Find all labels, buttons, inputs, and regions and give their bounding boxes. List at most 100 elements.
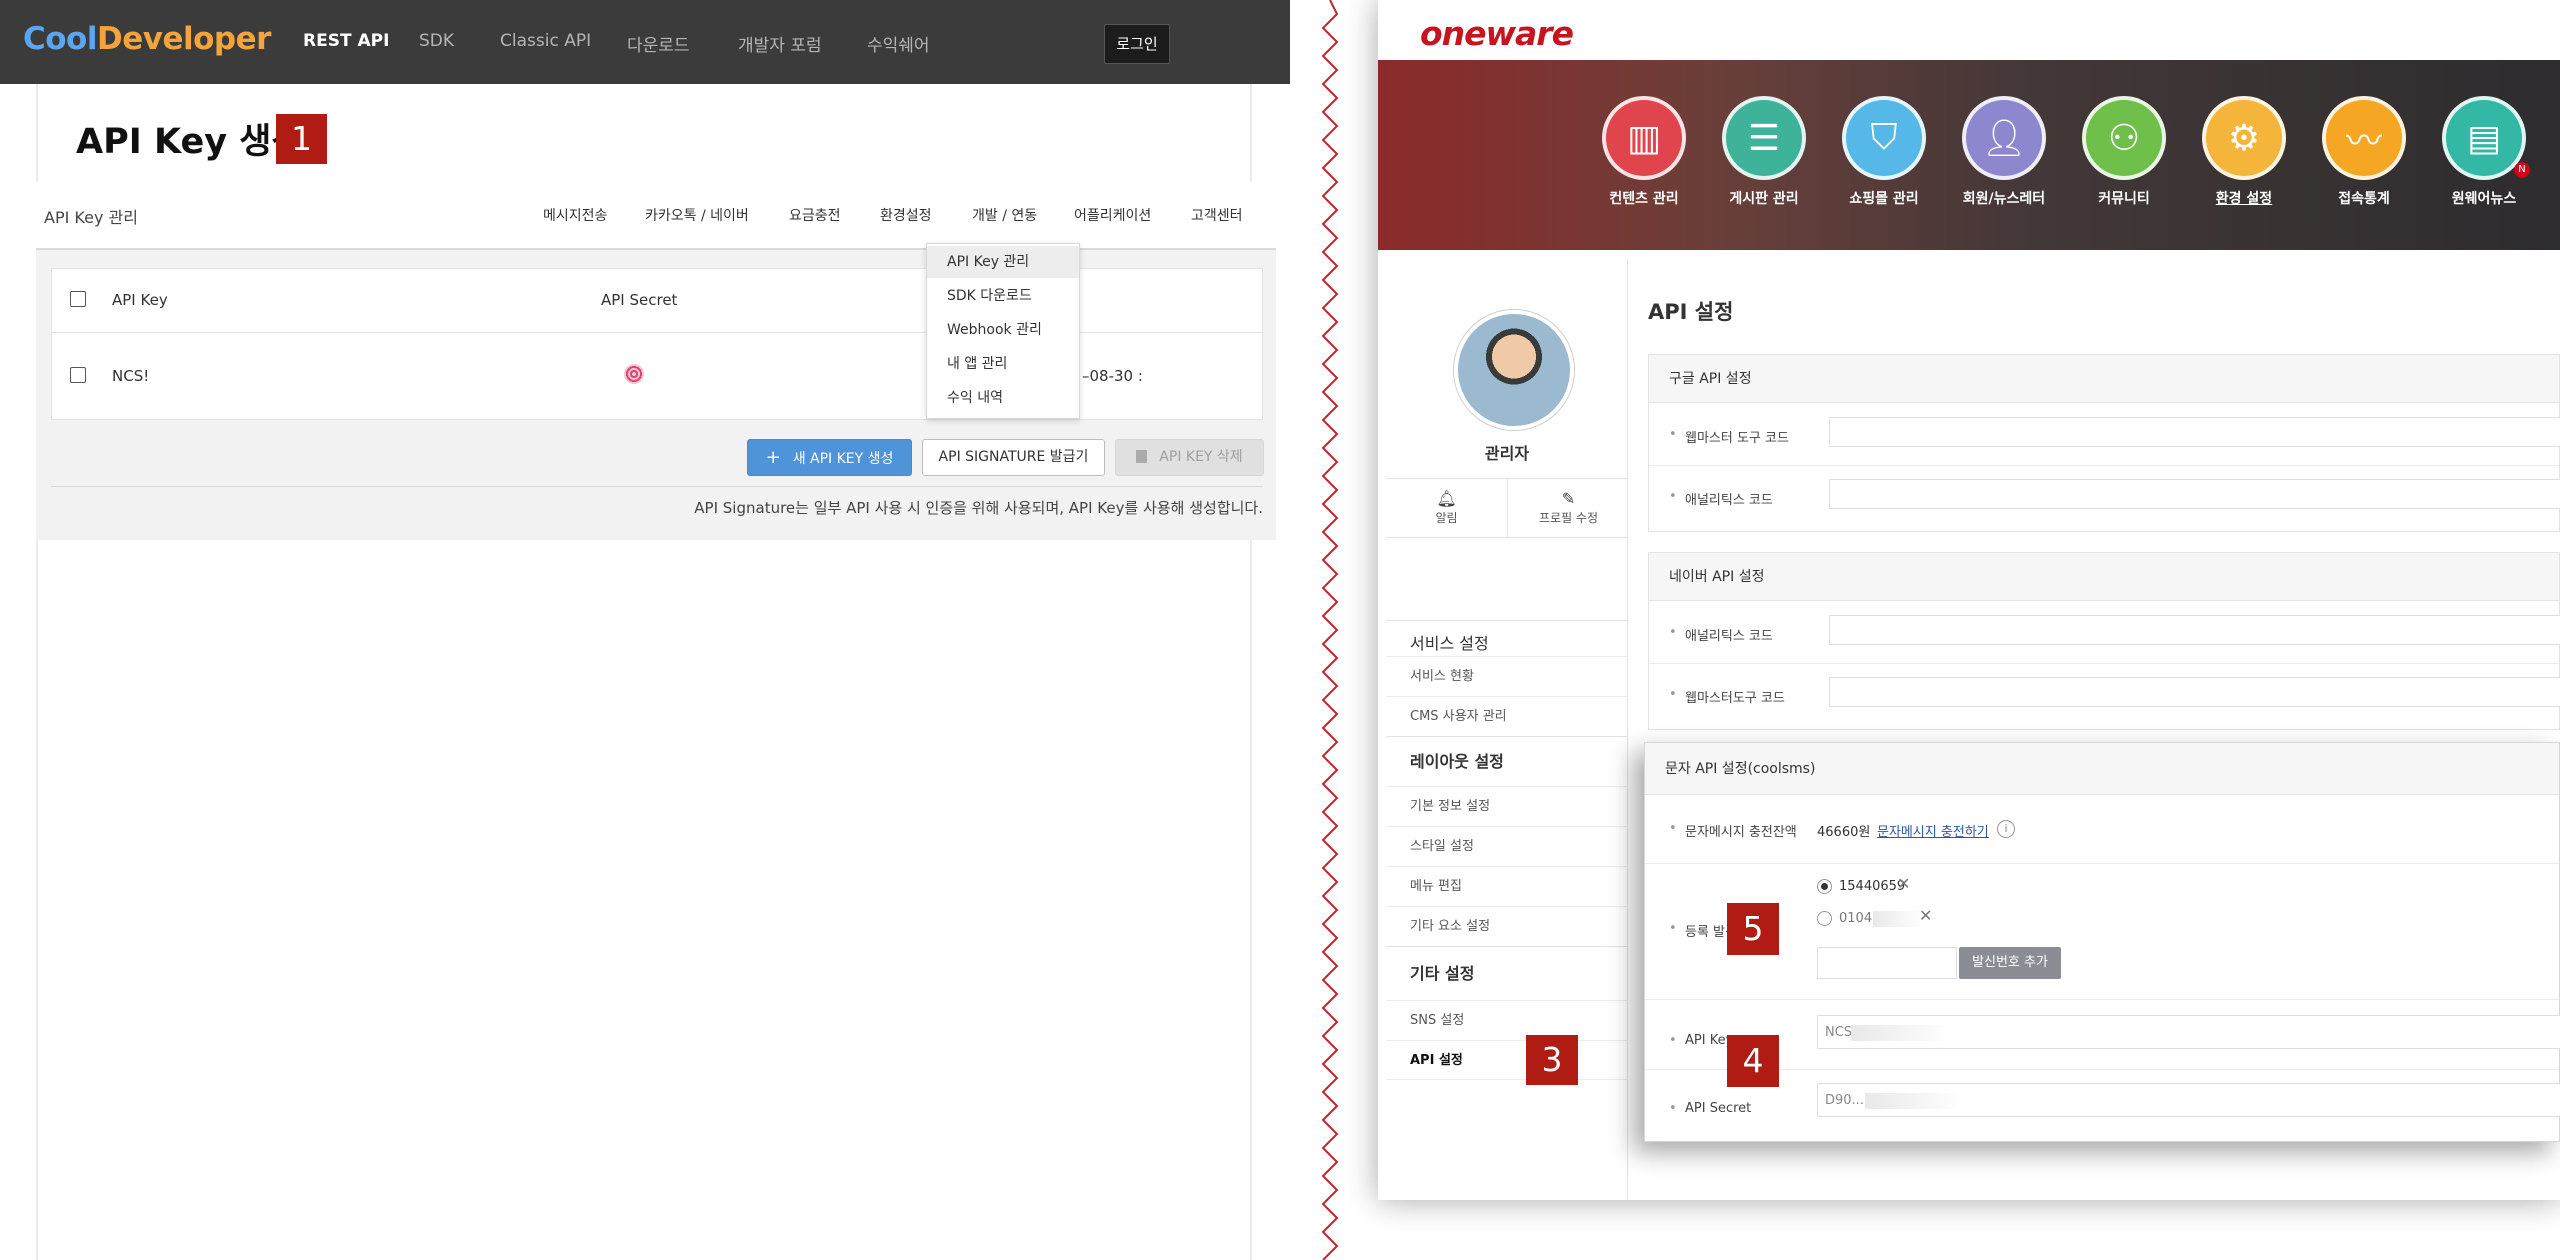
dropdown-item-api-key-manage[interactable]: API Key 관리	[927, 246, 1079, 278]
sender-number-input[interactable]	[1817, 947, 1957, 979]
admin-menu-gear[interactable]: ⚙ 환경 설정	[2202, 96, 2286, 208]
row-divider	[1645, 863, 2559, 864]
stats-icon: 〰	[2322, 96, 2406, 180]
login-button[interactable]: 로그인	[1104, 24, 1170, 64]
edit-profile-button[interactable]: ✎ 프로필 수정	[1508, 479, 1629, 537]
naver-webmaster-input[interactable]	[1829, 677, 2560, 707]
row-divider	[51, 332, 1263, 333]
google-analytics-input[interactable]	[1829, 479, 2560, 509]
nav-classic-api[interactable]: Classic API	[500, 31, 591, 51]
admin-menu-community[interactable]: ⚇ 커뮤니티	[2082, 96, 2166, 208]
sidebar-item-sns[interactable]: SNS 설정	[1386, 1000, 1628, 1040]
admin-menu-basket[interactable]: ⛉ 쇼핑몰 관리	[1842, 96, 1926, 208]
nav-rest-api[interactable]: REST API	[303, 31, 389, 51]
sms-balance-value: 46660원	[1817, 825, 1871, 840]
api-signature-button[interactable]: API SIGNATURE 발급기	[922, 439, 1105, 476]
content-icon: ▥	[1602, 96, 1686, 180]
signature-note: API Signature는 일부 API 사용 시 인증을 위해 사용되며, …	[694, 499, 1263, 517]
page-title: API Key 생성	[76, 122, 304, 162]
page-title: API 설정	[1648, 300, 1734, 324]
divider	[51, 486, 1263, 487]
subnav-kakao-naver[interactable]: 카카오톡 / 네이버	[645, 205, 749, 225]
nav-dev-forum[interactable]: 개발자 포럼	[738, 31, 822, 56]
admin-menu-label: 접속통계	[2338, 191, 2390, 207]
admin-menu-news[interactable]: N ▤ 원웨어뉴스	[2442, 96, 2530, 208]
close-icon[interactable]: ✕	[1919, 906, 1932, 925]
new-api-key-button[interactable]: + 새 API KEY 생성	[747, 439, 912, 476]
sidebar-item-basic-info[interactable]: 기본 정보 설정	[1386, 786, 1628, 826]
subnav-dev-integration[interactable]: 개발 / 연동	[972, 205, 1037, 225]
community-icon: ⚇	[2082, 96, 2166, 180]
naver-webmaster-label: 웹마스터도구 코드	[1669, 687, 1785, 706]
google-webmaster-input[interactable]	[1829, 417, 2560, 447]
sms-charge-link[interactable]: 문자메시지 충전하기	[1877, 821, 1989, 840]
admin-menu-content[interactable]: ▥ 컨텐츠 관리	[1602, 96, 1686, 208]
nav-revenue-share[interactable]: 수익쉐어	[867, 31, 930, 56]
sms-balance-label: 문자메시지 충전잔액	[1669, 821, 1797, 840]
sender-number-2: 0104	[1839, 911, 1873, 926]
add-sender-number-button[interactable]: 발신번호 추가	[1959, 947, 2061, 979]
admin-menu-label: 게시판 관리	[1729, 191, 1799, 207]
api-secret-value: D90...	[1825, 1093, 1864, 1108]
admin-menu-stats[interactable]: 〰 접속통계	[2322, 96, 2406, 208]
sender-number-radio-1[interactable]	[1817, 879, 1832, 894]
member-icon: 👤︎	[1962, 96, 2046, 180]
admin-menu-label: 컨텐츠 관리	[1609, 191, 1679, 207]
board-icon: ☰	[1722, 96, 1806, 180]
masked-value	[1873, 911, 1923, 927]
info-icon[interactable]: i	[1997, 820, 2015, 838]
select-all-checkbox[interactable]	[70, 291, 86, 307]
bell-icon: 🔔︎	[1436, 489, 1457, 508]
subnav-message-send[interactable]: 메시지전송	[543, 205, 607, 225]
fingerprint-icon[interactable]	[624, 364, 644, 384]
google-api-box: 구글 API 설정 웹마스터 도구 코드 애널리틱스 코드	[1648, 354, 2560, 532]
admin-menu-board[interactable]: ☰ 게시판 관리	[1722, 96, 1806, 208]
cooldeveloper-logo[interactable]: CoolDeveloper	[23, 21, 271, 57]
subnav-settings[interactable]: 환경설정	[880, 205, 932, 225]
nav-download[interactable]: 다운로드	[627, 31, 690, 56]
step-marker-4: 4	[1727, 1035, 1779, 1087]
dropdown-item-webhook-manage[interactable]: Webhook 관리	[927, 314, 1079, 346]
subnav-title: API Key 관리	[44, 208, 138, 227]
row-divider	[1649, 465, 2559, 466]
nav-sdk[interactable]: SDK	[419, 31, 454, 51]
alarm-button[interactable]: 🔔︎ 알림	[1386, 479, 1507, 537]
admin-sidebar: 관리자 🔔︎ 알림 ✎ 프로필 수정 서비스 설정 서비스 현황 CMS 사용자…	[1386, 260, 1628, 1200]
sms-api-box: 문자 API 설정(coolsms) 문자메시지 충전잔액 46660원 문자메…	[1644, 742, 2560, 1142]
naver-analytics-input[interactable]	[1829, 615, 2560, 645]
google-analytics-label: 애널리틱스 코드	[1669, 489, 1773, 508]
sidebar-item-style[interactable]: 스타일 설정	[1386, 826, 1628, 866]
naver-api-box: 네이버 API 설정 애널리틱스 코드 웹마스터도구 코드	[1648, 552, 2560, 730]
profile-name: 관리자	[1484, 444, 1530, 463]
sidebar-item-api-settings[interactable]: API 설정	[1386, 1040, 1628, 1080]
admin-menu-label: 회원/뉴스레터	[1962, 191, 2046, 207]
dropdown-item-my-apps[interactable]: 내 앱 관리	[927, 348, 1079, 380]
oneware-logo[interactable]: oneware	[1420, 14, 1574, 53]
dropdown-item-revenue[interactable]: 수익 내역	[927, 382, 1079, 414]
plus-icon: +	[765, 447, 781, 468]
sidebar-section-layout: 레이아웃 설정	[1386, 736, 1628, 786]
sidebar-item-etc-elements[interactable]: 기타 요소 설정	[1386, 906, 1628, 946]
step-marker-1: 1	[276, 114, 327, 164]
column-header-api-key: API Key	[112, 291, 168, 309]
row-checkbox[interactable]	[70, 367, 86, 383]
sender-number-1: 15440659	[1839, 879, 1906, 894]
subnav-customer-center[interactable]: 고객센터	[1191, 205, 1243, 225]
sender-number-radio-2[interactable]	[1817, 911, 1832, 926]
delete-api-key-button[interactable]: API KEY 삭제	[1115, 439, 1264, 476]
admin-menu-label: 쇼핑몰 관리	[1849, 191, 1919, 207]
profile-actions: 🔔︎ 알림 ✎ 프로필 수정	[1386, 478, 1628, 538]
dropdown-item-sdk-download[interactable]: SDK 다운로드	[927, 280, 1079, 312]
api-key-value: NCS	[1825, 1025, 1853, 1040]
sidebar-item-menu-edit[interactable]: 메뉴 편집	[1386, 866, 1628, 906]
close-icon[interactable]: ✕	[1897, 874, 1910, 893]
sidebar-item-service-status[interactable]: 서비스 현황	[1386, 656, 1628, 696]
admin-menu-member[interactable]: 👤︎ 회원/뉴스레터	[1962, 96, 2046, 208]
sidebar-item-cms-users[interactable]: CMS 사용자 관리	[1386, 696, 1628, 736]
subnav-charge[interactable]: 요금충전	[789, 205, 841, 225]
naver-analytics-label: 애널리틱스 코드	[1669, 625, 1773, 644]
api-key-value: NCS!	[112, 367, 150, 385]
trash-icon	[1136, 450, 1148, 463]
row-divider	[1645, 1069, 2559, 1070]
subnav-application[interactable]: 어플리케이션	[1074, 205, 1151, 225]
